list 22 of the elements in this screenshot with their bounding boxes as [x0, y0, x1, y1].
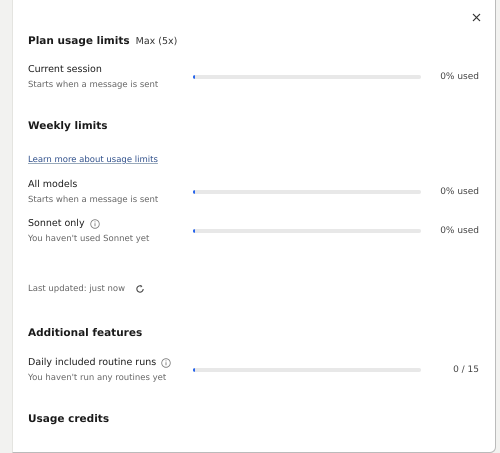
- section-heading: Usage credits: [28, 412, 110, 426]
- usage-reading: 0% used: [440, 72, 479, 82]
- limit-note: You haven't used Sonnet yet: [28, 233, 150, 245]
- info-icon[interactable]: [90, 218, 100, 228]
- plan-name: Max (5x): [136, 36, 178, 47]
- section-heading: Additional features: [28, 326, 144, 340]
- limit-note: Starts when a message is sent: [28, 79, 160, 91]
- limit-label: All models: [28, 178, 78, 191]
- section-heading: Weekly limits: [28, 119, 109, 133]
- limit-label: Sonnet only: [28, 217, 85, 230]
- limit-note: Starts when a message is sent: [28, 194, 160, 206]
- usage-reading: 0 / 15: [453, 364, 479, 374]
- last-updated-text: Last updated: just now: [28, 283, 126, 295]
- limit-note: You haven't run any routines yet: [28, 372, 168, 384]
- limit-label: Current session: [28, 63, 102, 76]
- limit-label: Daily included routine runs: [28, 356, 156, 369]
- refresh-icon[interactable]: [135, 284, 146, 294]
- usage-reading: 0% used: [440, 226, 479, 236]
- usage-reading: 0% used: [440, 186, 479, 196]
- usage-limits-link[interactable]: Learn more about usage limits: [28, 155, 158, 165]
- panel-title: Plan usage limits: [28, 35, 130, 47]
- info-icon[interactable]: [161, 358, 172, 368]
